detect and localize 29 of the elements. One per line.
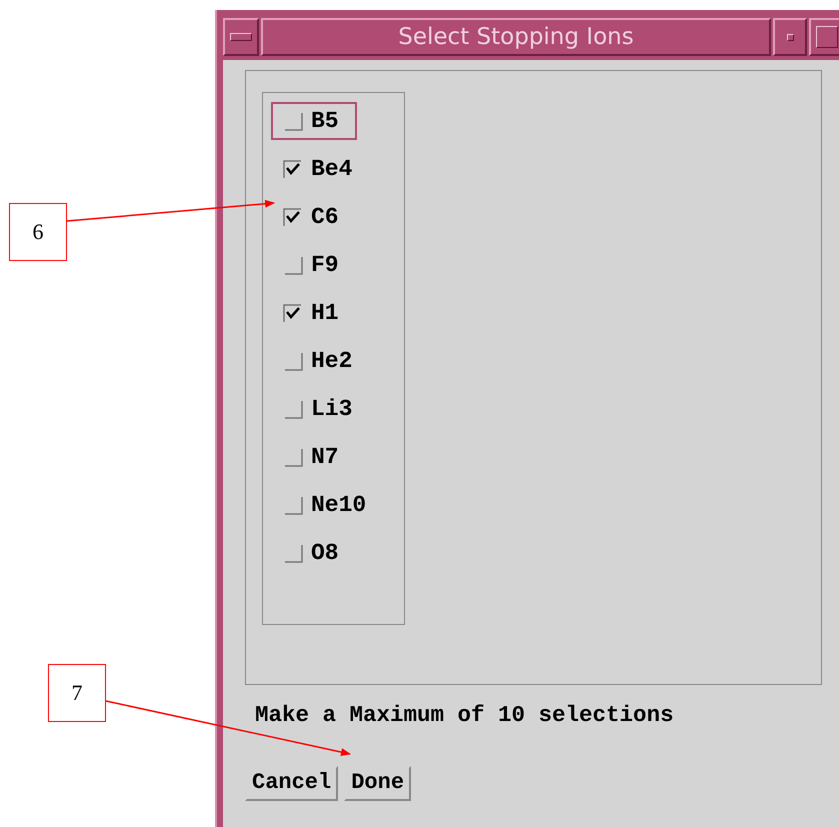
ion-checkbox[interactable]: C6 bbox=[271, 198, 357, 236]
ion-checkbox[interactable]: N7 bbox=[271, 438, 357, 476]
maximize-button[interactable] bbox=[809, 18, 839, 56]
checkbox-icon[interactable] bbox=[283, 495, 303, 515]
checkbox-icon[interactable] bbox=[283, 303, 303, 323]
ion-checkbox[interactable]: Be4 bbox=[271, 150, 360, 188]
ion-checkbox[interactable]: Li3 bbox=[271, 390, 360, 428]
selection-limit-text: Make a Maximum of 10 selections bbox=[255, 702, 675, 728]
window-menu-button[interactable] bbox=[223, 18, 259, 56]
checkbox-icon[interactable] bbox=[283, 255, 303, 275]
checkbox-icon[interactable] bbox=[283, 207, 303, 227]
window-title: Select Stopping Ions bbox=[261, 18, 771, 56]
callout-label: 6 bbox=[9, 203, 67, 261]
ion-checkbox[interactable]: O8 bbox=[271, 534, 357, 572]
checkbox-icon[interactable] bbox=[283, 399, 303, 419]
checkbox-icon[interactable] bbox=[283, 543, 303, 563]
dialog-button[interactable]: Done bbox=[344, 766, 412, 801]
minimize-button[interactable] bbox=[773, 18, 807, 56]
ion-checkbox[interactable]: Ne10 bbox=[271, 486, 374, 524]
ion-checkbox[interactable]: B5 bbox=[271, 102, 357, 140]
ion-checkbox[interactable]: H1 bbox=[271, 294, 357, 332]
checkbox-icon[interactable] bbox=[283, 111, 303, 131]
checkbox-icon[interactable] bbox=[283, 351, 303, 371]
checkbox-icon[interactable] bbox=[283, 159, 303, 179]
callout-label: 7 bbox=[48, 664, 106, 722]
checkbox-icon[interactable] bbox=[283, 447, 303, 467]
dialog-button[interactable]: Cancel bbox=[245, 766, 338, 801]
ion-checkbox[interactable]: F9 bbox=[271, 246, 357, 284]
ion-checkbox[interactable]: He2 bbox=[271, 342, 360, 380]
